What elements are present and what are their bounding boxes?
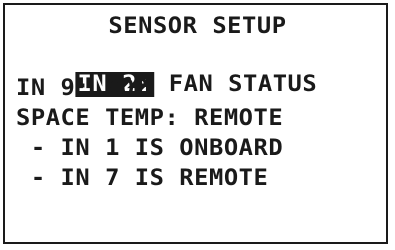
menu-item-in9[interactable]: IN 9: CO2 (16, 76, 150, 102)
screen-title: SENSOR SETUP (108, 14, 287, 39)
info-line-in7: - IN 7 IS REMOTE (16, 166, 269, 191)
lcd-display: SENSOR SETUP IN 2: FAN STATUS IN 9: CO2 … (3, 3, 388, 244)
info-line-in1: - IN 1 IS ONBOARD (16, 136, 284, 161)
menu-item-in2-value: FAN STATUS (153, 72, 318, 97)
menu-item-space-temp[interactable]: SPACE TEMP: REMOTE (16, 106, 283, 132)
